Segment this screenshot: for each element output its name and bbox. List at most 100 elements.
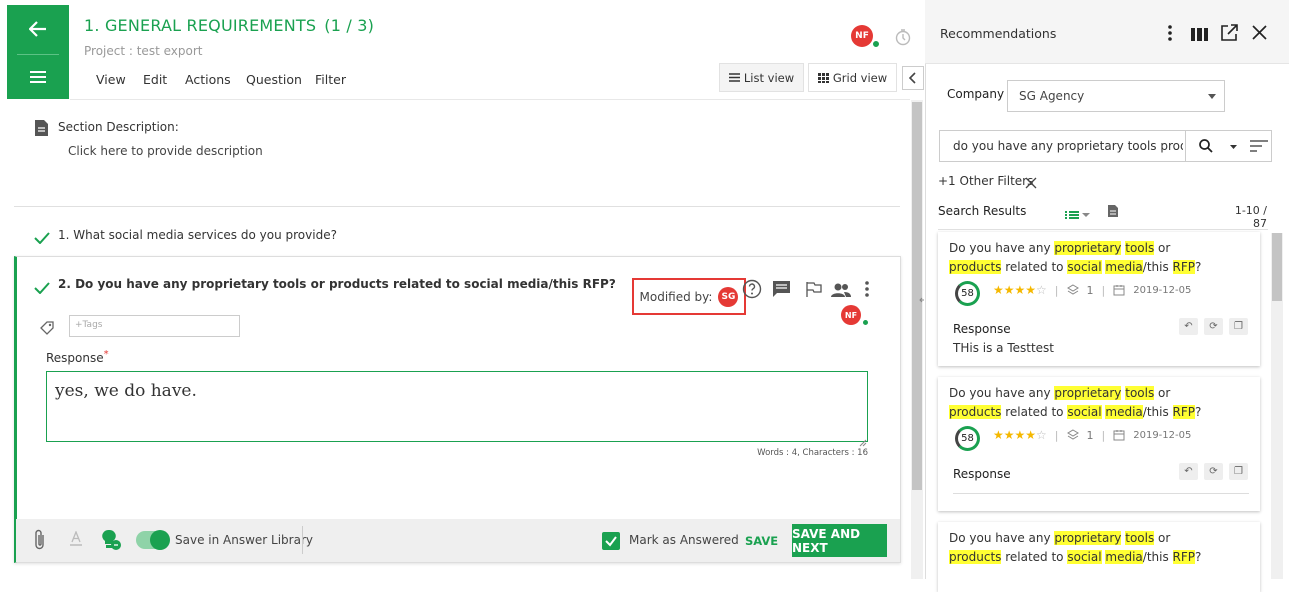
menu-filter[interactable]: Filter xyxy=(315,72,346,87)
grid-view-button[interactable]: Grid view xyxy=(808,63,897,92)
checkmark-icon xyxy=(34,229,50,248)
question-1[interactable]: 1. What social media services do you pro… xyxy=(58,228,337,242)
company-select[interactable]: SG Agency xyxy=(1007,80,1225,112)
save-library-toggle[interactable] xyxy=(136,530,170,550)
menu-view[interactable]: View xyxy=(96,72,126,87)
grid-icon xyxy=(817,72,829,83)
other-filters[interactable]: +1 Other Filters xyxy=(938,174,1033,188)
q-highlight: media xyxy=(1105,550,1143,564)
section-description-placeholder[interactable]: Click here to provide description xyxy=(68,144,263,158)
mark-answered-checkbox[interactable] xyxy=(602,532,620,550)
response-textarea[interactable]: yes, we do have. xyxy=(46,371,868,442)
modified-by: Modified by: SG xyxy=(632,278,746,315)
more-options-icon[interactable] xyxy=(864,280,870,302)
tags-input[interactable]: +Tags xyxy=(69,315,240,337)
menu-question[interactable]: Question xyxy=(246,72,302,87)
caret-down-icon xyxy=(1208,94,1216,99)
refresh-icon[interactable]: ⟳ xyxy=(1204,463,1223,480)
section-title: 1. GENERAL REQUIREMENTS (1 / 3) xyxy=(84,16,382,35)
close-icon[interactable] xyxy=(1252,25,1267,44)
header-user-avatar[interactable]: NF xyxy=(851,25,880,48)
recommendation-card[interactable]: Do you have any proprietary tools or prod… xyxy=(938,522,1260,592)
timer-icon[interactable] xyxy=(894,28,912,50)
toggle-knob xyxy=(150,530,170,550)
q-text: related to xyxy=(1001,260,1068,274)
open-external-icon[interactable] xyxy=(1220,24,1238,46)
attachment-icon[interactable] xyxy=(33,529,47,555)
menu-edit[interactable]: Edit xyxy=(143,72,167,87)
grid-view-label: Grid view xyxy=(832,70,888,85)
recommendation-card[interactable]: Do you have any proprietary tools or prod… xyxy=(938,377,1260,511)
rating-stars: ★★★★☆ xyxy=(993,428,1047,442)
company-select-value: SG Agency xyxy=(1019,89,1085,103)
list-view-toggle-icon[interactable] xyxy=(1065,205,1091,224)
document-view-icon[interactable] xyxy=(1107,203,1119,222)
list-icon xyxy=(728,73,740,82)
q-text: Do you have any xyxy=(949,386,1055,400)
results-divider xyxy=(938,229,1268,230)
q-highlight: tools xyxy=(1125,531,1155,545)
calendar-icon xyxy=(1113,430,1125,441)
refresh-icon[interactable]: ⟳ xyxy=(1204,318,1223,335)
text-format-icon[interactable] xyxy=(69,530,83,551)
version-count: 1 xyxy=(1086,428,1094,442)
reply-icon[interactable]: ↶ xyxy=(1179,318,1198,335)
assignees-icon[interactable] xyxy=(830,282,852,301)
q-highlight: RFP xyxy=(1172,260,1196,274)
caret-down-icon[interactable] xyxy=(1230,145,1237,149)
q-text: or xyxy=(1154,241,1171,255)
card-divider xyxy=(953,493,1249,494)
save-and-next-button[interactable]: SAVE AND NEXT xyxy=(792,524,887,557)
save-library-label: Save in Answer Library xyxy=(175,533,313,547)
tag-icon xyxy=(40,320,55,339)
rating-stars: ★★★★☆ xyxy=(993,283,1047,297)
recommendations-title: Recommendations xyxy=(940,26,1057,41)
save-button[interactable]: SAVE xyxy=(745,534,778,548)
q-text: /this xyxy=(1142,550,1173,564)
section-divider xyxy=(14,206,900,207)
results-count: 1-10 / 87 xyxy=(1234,204,1267,230)
chevron-left-icon xyxy=(909,72,916,84)
left-nav xyxy=(7,5,69,99)
card-date: 2019-12-05 xyxy=(1133,429,1192,441)
card-question: Do you have any proprietary tools or prod… xyxy=(949,239,1249,277)
sort-icon[interactable] xyxy=(1250,140,1268,153)
q-text: or xyxy=(1154,386,1171,400)
q-highlight: proprietary xyxy=(1054,241,1122,255)
columns-icon[interactable] xyxy=(1191,26,1208,45)
q-highlight: media xyxy=(1105,405,1143,419)
collapse-panel-button[interactable] xyxy=(902,66,924,90)
search-icon[interactable] xyxy=(1199,139,1213,153)
recommendation-card[interactable]: Do you have any proprietary tools or prod… xyxy=(938,232,1260,366)
comment-icon[interactable] xyxy=(772,280,791,302)
assignee-avatar-wrap[interactable]: NF xyxy=(841,305,869,326)
results-scrollbar[interactable] xyxy=(1271,233,1283,579)
reply-icon[interactable]: ↶ xyxy=(1179,463,1198,480)
assignee-avatar: NF xyxy=(841,305,861,325)
q-text: related to xyxy=(1001,550,1068,564)
lightbulb-icon[interactable] xyxy=(101,529,123,555)
menu-actions[interactable]: Actions xyxy=(185,72,231,87)
back-arrow-icon[interactable] xyxy=(7,5,69,52)
modified-by-label: Modified by: xyxy=(639,289,713,304)
q-text: related to xyxy=(1001,405,1068,419)
copy-icon[interactable]: ❐ xyxy=(1229,318,1248,335)
company-label: Company xyxy=(947,87,1005,101)
layers-icon xyxy=(1066,429,1079,440)
more-options-icon[interactable] xyxy=(1167,24,1173,46)
modified-by-avatar[interactable]: SG xyxy=(718,286,739,307)
q-highlight: tools xyxy=(1125,386,1155,400)
list-view-button[interactable]: List view xyxy=(719,63,804,92)
q-highlight: social xyxy=(1067,550,1102,564)
search-results-label: Search Results xyxy=(938,204,1027,218)
q-text: Do you have any xyxy=(949,531,1055,545)
flag-icon[interactable] xyxy=(805,281,823,302)
section-description-label: Section Description: xyxy=(58,120,179,134)
help-icon[interactable] xyxy=(742,279,762,303)
search-input[interactable]: do you have any proprietary tools produc xyxy=(953,139,1183,153)
clear-filter-icon[interactable] xyxy=(1025,174,1037,193)
hamburger-menu-icon[interactable] xyxy=(7,55,69,99)
main-scrollbar[interactable] xyxy=(911,100,923,579)
copy-icon[interactable]: ❐ xyxy=(1229,463,1248,480)
scrollbar-thumb[interactable] xyxy=(1272,233,1282,301)
